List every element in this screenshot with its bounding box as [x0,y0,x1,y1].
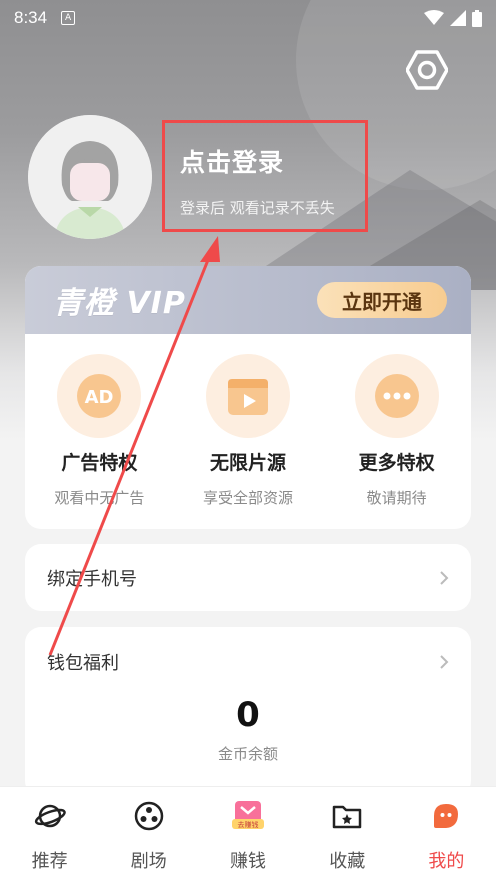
nav-mine[interactable]: 我的 [397,787,496,881]
wifi-icon [424,10,444,25]
mine-face-icon [434,804,459,828]
wallet-card: 钱包福利 0 金币余额 [25,627,471,797]
bind-phone-label: 绑定手机号 [47,568,137,590]
login-prompt[interactable]: 点击登录 登录后 观看记录不丢失 [162,120,368,232]
wallet-label: 钱包福利 [47,653,119,674]
vip-open-button[interactable]: 立即开通 [317,282,447,318]
perk-more[interactable]: 更多特权 敬请期待 [322,354,471,508]
nav-theater[interactable]: 剧场 [99,787,198,881]
folder-star-icon [332,805,362,829]
login-subtitle: 登录后 观看记录不丢失 [180,199,335,217]
coin-label: 金币余额 [217,745,278,763]
avatar[interactable] [28,115,152,239]
perk-desc: 敬请期待 [366,489,427,507]
nav-favorites[interactable]: 收藏 [298,787,397,881]
nav-earn[interactable]: 去赚钱 赚钱 [198,787,297,881]
nav-label: 赚钱 [230,851,266,872]
perk-title: 无限片源 [209,452,286,474]
status-time: 8:34 [14,8,48,27]
hexagon-gear-icon [406,50,448,90]
perk-desc: 观看中无广告 [54,489,145,507]
settings-button[interactable] [405,48,449,92]
nav-label: 我的 [428,851,465,872]
ad-icon: AD [77,374,122,418]
login-title[interactable]: 点击登录 [180,143,365,179]
planet-icon [34,804,66,828]
earn-badge-text: 去赚钱 [238,820,259,829]
wallet-header[interactable]: 钱包福利 [47,649,449,675]
notification-icon: A [61,11,76,25]
film-reel-icon [134,801,164,831]
default-avatar-icon [28,115,152,239]
more-dots-icon [374,374,419,418]
vip-perks: AD 广告特权 观看中无广告 无限片源 享受全部资源 更多特权 敬请期待 [25,334,471,508]
nav-label: 剧场 [130,851,167,872]
perk-unlimited-sources[interactable]: 无限片源 享受全部资源 [174,354,323,508]
vip-card: 青橙 VIP 立即开通 AD 广告特权 观看中无广告 无限片源 享受全部资源 更… [25,266,471,529]
perk-desc: 享受全部资源 [202,489,293,507]
bottom-nav: 推荐 剧场 去赚钱 赚钱 收藏 我的 [0,786,496,881]
clapperboard-play-icon [227,379,268,415]
vip-header: 青橙 VIP 立即开通 [25,266,471,334]
earn-money-icon: 去赚钱 [232,801,264,829]
perk-title: 广告特权 [61,452,138,474]
signal-icon [450,10,466,26]
status-bar: 8:34 A [0,0,496,36]
svg-text:AD: AD [85,387,114,408]
battery-icon [472,9,482,27]
nav-recommend[interactable]: 推荐 [0,787,99,881]
chevron-right-icon [440,570,449,585]
nav-label: 推荐 [31,851,68,872]
status-icons [424,9,482,27]
nav-label: 收藏 [329,851,366,872]
perk-ad-free[interactable]: AD 广告特权 观看中无广告 [25,354,174,508]
perk-title: 更多特权 [358,452,435,474]
coin-amount: 0 [236,695,260,735]
vip-logo: 青橙 VIP [53,286,186,321]
chevron-right-icon [440,655,449,669]
bind-phone-row[interactable]: 绑定手机号 [25,544,471,611]
